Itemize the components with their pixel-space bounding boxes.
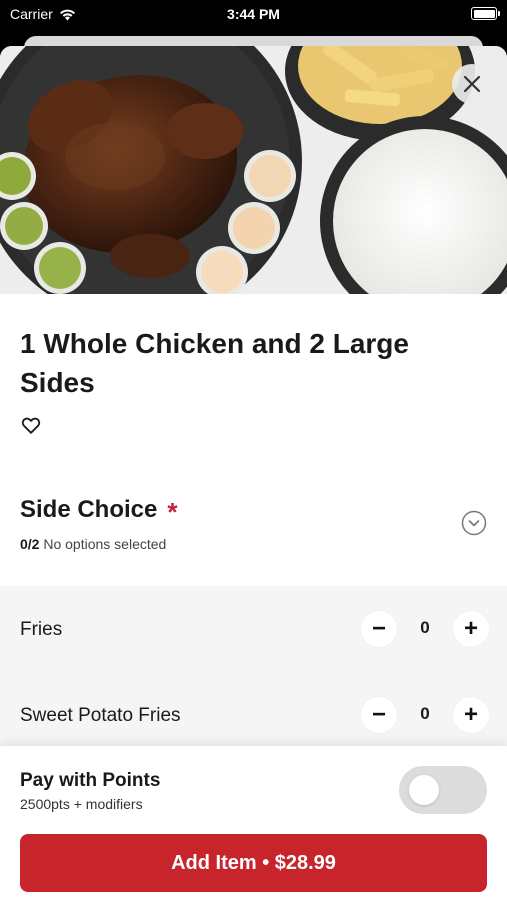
side-choice-header[interactable]: Side Choice * 0/2 No options selected: [20, 496, 487, 566]
close-icon: [463, 75, 481, 93]
increment-button[interactable]: +: [453, 697, 489, 733]
food-photo-illustration: [0, 46, 507, 294]
toggle-knob: [409, 775, 439, 805]
required-marker: *: [167, 497, 178, 527]
close-button[interactable]: [452, 64, 492, 104]
quantity-stepper: − 0 +: [361, 611, 489, 647]
selection-status: No options selected: [43, 536, 167, 552]
chevron-down-circle-icon: [461, 510, 487, 536]
option-label-fries: Fries: [20, 619, 63, 640]
food-photo: [0, 46, 507, 294]
selection-count: 0/2: [20, 536, 40, 552]
points-cost: 2500pts + modifiers: [20, 796, 143, 812]
increment-button[interactable]: +: [453, 611, 489, 647]
list-item: Fries − 0 +: [0, 586, 507, 672]
status-time: 3:44 PM: [227, 6, 280, 22]
option-label-sweet-potato-fries: Sweet Potato Fries: [20, 705, 181, 726]
item-detail-sheet: 1 Whole Chicken and 2 Large Sides Side C…: [0, 46, 507, 900]
quantity-stepper: − 0 +: [361, 697, 489, 733]
bottom-action-bar: Pay with Points 2500pts + modifiers Add …: [0, 746, 507, 900]
heart-icon: [21, 417, 41, 434]
add-item-button[interactable]: Add Item • $28.99: [20, 834, 487, 892]
battery-icon: [471, 7, 500, 20]
quantity-value: 0: [420, 704, 430, 723]
item-title: 1 Whole Chicken and 2 Large Sides: [20, 328, 409, 398]
pay-with-points-toggle[interactable]: [399, 766, 487, 814]
collapse-button[interactable]: [461, 510, 487, 536]
decrement-button[interactable]: −: [361, 697, 397, 733]
side-choice-status: 0/2 No options selected: [20, 536, 166, 552]
favorite-button[interactable]: [20, 414, 42, 436]
decrement-button[interactable]: −: [361, 611, 397, 647]
pay-with-points-label: Pay with Points: [20, 770, 161, 791]
quantity-value: 0: [420, 618, 430, 637]
status-bar: Carrier 3:44 PM: [0, 0, 507, 30]
side-options-list: Fries − 0 + Sweet Potato Fries − 0 +: [0, 586, 507, 756]
side-choice-title: Side Choice: [20, 496, 158, 523]
